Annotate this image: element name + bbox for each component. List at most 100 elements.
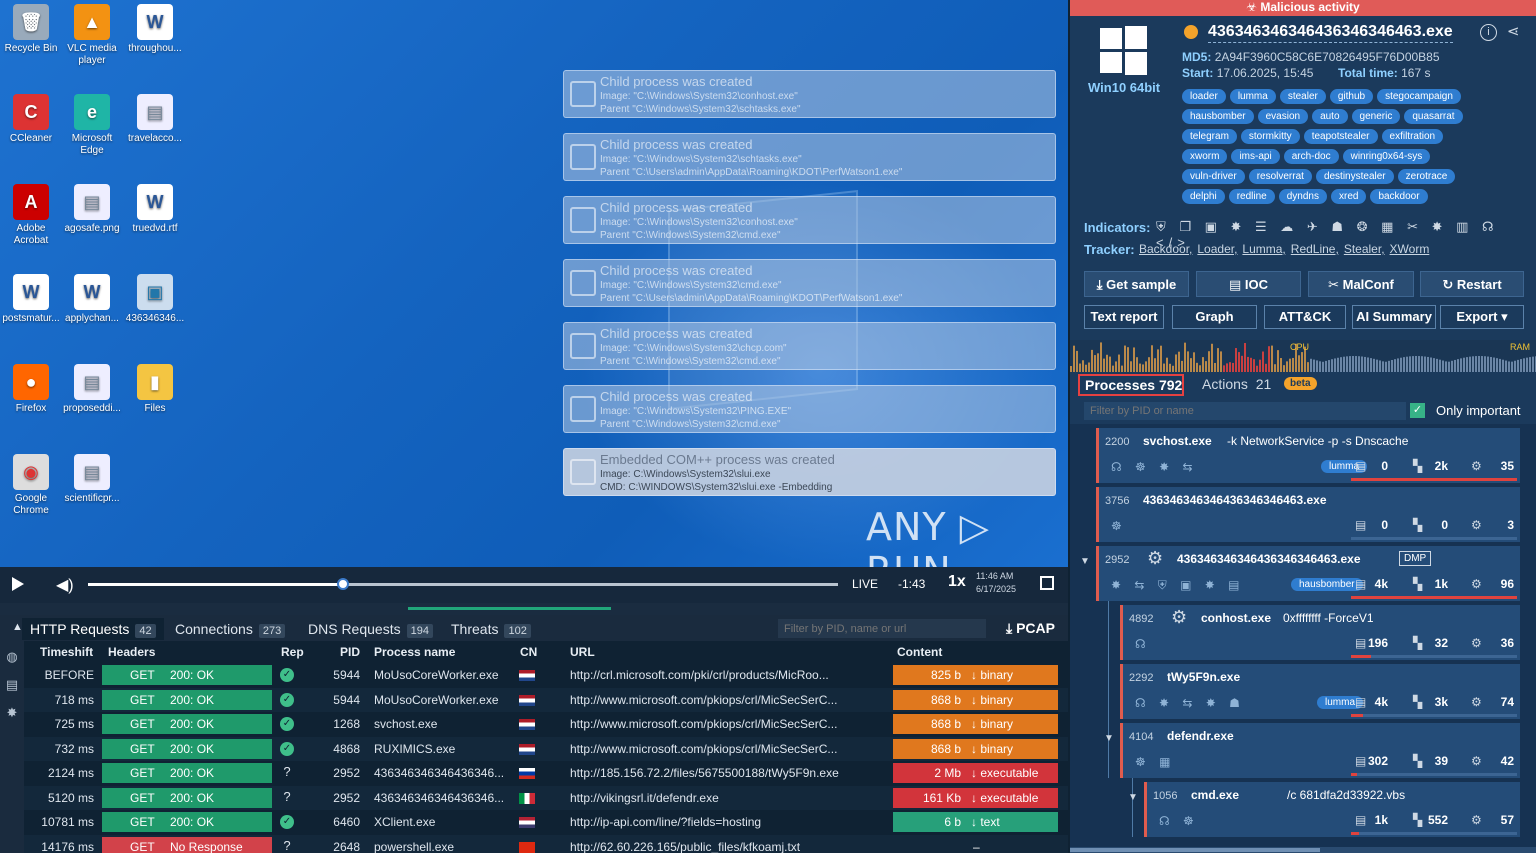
url-cell[interactable]: http://vikingsrl.it/defendr.exe <box>570 791 860 805</box>
expand-caret-icon[interactable]: ▼ <box>1080 556 1090 567</box>
process-node[interactable]: 2952 436346346346436346346463.exe ⚙ DMP ✸ ⇆ … <box>1096 546 1520 601</box>
file-icon[interactable]: ▤ <box>0 673 24 697</box>
tab-threats[interactable]: Threats 102 <box>443 618 539 640</box>
table-row[interactable]: 10781 ms GET 200: OK ✓ 6460 XClient.exe http:/… <box>24 810 1068 835</box>
tag-badge[interactable]: github <box>1329 89 1374 104</box>
action-button[interactable]: ⤓ Get sample <box>1084 271 1189 297</box>
tracker-link[interactable]: RedLine, <box>1291 242 1339 256</box>
md5-value[interactable]: 2A94F3960C58C6E70826495F76D00B85 <box>1215 50 1440 64</box>
desktop-icon[interactable]: e Microsoft Edge <box>61 94 123 157</box>
volume-icon[interactable]: ◀) <box>56 575 74 595</box>
report-button[interactable]: AI Summary <box>1352 305 1436 329</box>
tag-badge[interactable]: xworm <box>1182 149 1228 164</box>
url-cell[interactable]: http://www.microsoft.com/pkiops/crl/MicS… <box>570 717 860 731</box>
tag-badge[interactable]: stormkitty <box>1240 129 1300 144</box>
tag-badge[interactable]: vuln-driver <box>1182 169 1245 184</box>
tag-badge[interactable]: zerotrace <box>1397 169 1456 184</box>
desktop-icon[interactable]: ◉ Google Chrome <box>0 454 62 517</box>
desktop-icon[interactable]: Wpostsmatur... <box>0 274 62 325</box>
resource-graph[interactable]: CPU RAM <box>1070 340 1536 372</box>
desktop-icon[interactable]: ▤ agosafe.png <box>61 184 123 235</box>
tag-badge[interactable]: dyndns <box>1278 189 1327 204</box>
tag-badge[interactable]: winring0x64-sys <box>1342 149 1431 164</box>
expand-caret-icon[interactable]: ▼ <box>1128 792 1138 803</box>
process-node[interactable]: 4892 conhost.exe ⚙ 0xffffffff -ForceV1 ☊ ▤ 196… <box>1120 605 1520 660</box>
live-label[interactable]: LIVE <box>852 577 878 591</box>
col-pid[interactable]: PID <box>340 645 360 659</box>
url-cell[interactable]: http://185.156.72.2/files/5675500188/tWy… <box>570 766 860 780</box>
url-cell[interactable]: http://ip-api.com/line/?fields=hosting <box>570 815 860 829</box>
horizontal-scrollbar[interactable] <box>1070 847 1536 853</box>
desktop-icon[interactable]: ▤ travelacco... <box>124 94 186 145</box>
desktop-icon[interactable]: ▣ 436346346... <box>124 274 186 325</box>
desktop-icon[interactable]: Wapplychan... <box>61 274 123 325</box>
headers-cell[interactable]: GET No Response <box>102 836 272 853</box>
tag-badge[interactable]: backdoor <box>1370 189 1428 204</box>
col-url[interactable]: URL <box>570 645 595 659</box>
network-filter-input[interactable] <box>778 619 986 638</box>
table-row[interactable]: 5120 ms GET 200: OK? 2952 436346346346436346… <box>24 785 1068 810</box>
headers-cell[interactable]: GET 200: OK <box>102 763 272 783</box>
tag-badge[interactable]: stealer <box>1279 89 1326 104</box>
desktop-icon[interactable]: 🗑 Recycle Bin <box>0 4 62 55</box>
desktop-icon[interactable]: ● Firefox <box>0 364 62 415</box>
content-cell[interactable]: 6 b ↓ text <box>893 812 1058 832</box>
panel-divider[interactable] <box>0 603 1068 615</box>
url-cell[interactable]: http://62.60.226.165/public_files/kfkoam… <box>570 840 860 853</box>
tab-processes[interactable]: Processes 792 <box>1078 374 1184 396</box>
collapse-icon[interactable]: ▲ <box>4 618 23 640</box>
tag-badge[interactable]: evasion <box>1257 109 1309 124</box>
timeline-knob[interactable] <box>337 578 349 590</box>
expand-caret-icon[interactable]: ▼ <box>1104 733 1114 744</box>
table-row[interactable]: 718 ms GET 200: OK ✓ 5944 MoUsoCoreWorker.exe… <box>24 687 1068 712</box>
headers-cell[interactable]: GET 200: OK <box>102 689 272 710</box>
content-cell[interactable]: 868 b ↓ binary <box>893 689 1058 710</box>
tag-badge[interactable]: resolverrat <box>1248 169 1312 184</box>
tracker-link[interactable]: Stealer, <box>1344 242 1385 256</box>
share-icon[interactable]: ⋖ <box>1507 22 1520 40</box>
desktop-icon[interactable]: Wtruedvd.rtf <box>124 184 186 235</box>
tag-badge[interactable]: ims-api <box>1231 149 1280 164</box>
table-row[interactable]: 14176 ms GET No Response? 2648 powershell.ex… <box>24 834 1068 853</box>
tracker-link[interactable]: Loader, <box>1197 242 1237 256</box>
tag-badge[interactable]: stegocampaign <box>1377 89 1461 104</box>
tag-badge[interactable]: xred <box>1330 189 1367 204</box>
desktop-icon[interactable]: C CCleaner <box>0 94 62 145</box>
content-cell[interactable]: 2 Mb ↓ executable <box>893 763 1058 783</box>
tag-badge[interactable]: loader <box>1182 89 1226 104</box>
process-node[interactable]: 4104 defendr.exe ☸ ▦ ▤ 302 ▚ 39 ⚙ 42 <box>1120 723 1520 778</box>
report-button[interactable]: Export ▾ <box>1440 305 1524 329</box>
tracker-link[interactable]: Backdoor, <box>1139 242 1192 256</box>
col-headers[interactable]: Headers <box>108 645 155 659</box>
url-cell[interactable]: http://www.microsoft.com/pkiops/crl/MicS… <box>570 693 860 707</box>
dmp-badge[interactable]: DMP <box>1399 551 1432 566</box>
report-button[interactable]: ATT&CK <box>1264 305 1346 329</box>
only-important-checkbox[interactable]: ✓ <box>1410 403 1425 418</box>
table-row[interactable]: 725 ms GET 200: OK ✓ 1268 svchost.exe http://w… <box>24 712 1068 737</box>
tab-connections[interactable]: Connections 273 <box>167 618 293 640</box>
content-cell[interactable]: 161 Kb ↓ executable <box>893 787 1058 808</box>
bug-icon[interactable]: ✸ <box>0 701 24 725</box>
table-row[interactable]: 732 ms GET 200: OK ✓ 4868 RUXIMICS.exe http://… <box>24 736 1068 761</box>
resize-handle[interactable] <box>408 607 611 610</box>
tag-badge[interactable]: redline <box>1228 189 1275 204</box>
action-button[interactable]: ✂ MalConf <box>1308 271 1414 297</box>
col-rep[interactable]: Rep <box>281 645 304 659</box>
table-row[interactable]: BEFORE GET 200: OK ✓ 5944 MoUsoCoreWorker.exe… <box>24 663 1068 688</box>
headers-cell[interactable]: GET 200: OK <box>102 812 272 832</box>
tab-http-requests[interactable]: HTTP Requests 42 <box>22 618 164 640</box>
tag-badge[interactable]: lumma <box>1229 89 1276 104</box>
col-content[interactable]: Content <box>897 645 942 659</box>
globe-icon[interactable]: ◍ <box>0 645 24 669</box>
process-filter-input[interactable] <box>1084 402 1406 420</box>
tag-badge[interactable]: destinystealer <box>1315 169 1394 184</box>
fullscreen-icon[interactable] <box>1040 576 1054 590</box>
content-cell[interactable]: 825 b ↓ binary <box>893 665 1058 685</box>
tag-badge[interactable]: delphi <box>1182 189 1225 204</box>
headers-cell[interactable]: GET 200: OK <box>102 714 272 734</box>
desktop-icon[interactable]: ▤ scientificpr... <box>61 454 123 505</box>
vm-desktop[interactable]: 🗑 Recycle Bin ▲ VLC media player Wthroughou.… <box>0 0 1068 567</box>
content-cell[interactable]: 868 b ↓ binary <box>893 738 1058 759</box>
pcap-button[interactable]: ⤓ PCAP <box>1006 620 1055 637</box>
tag-badge[interactable]: quasarrat <box>1404 109 1463 124</box>
